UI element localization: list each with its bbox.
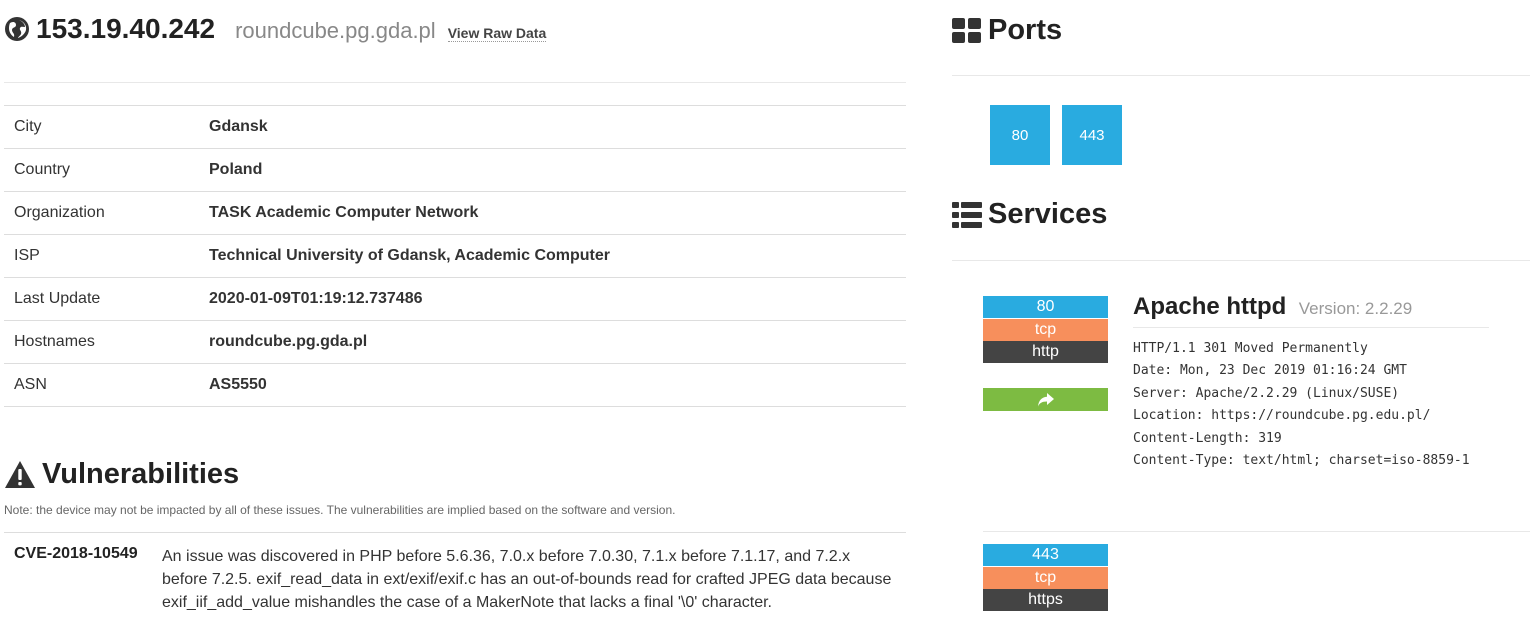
info-key: Country (14, 161, 71, 178)
info-key: ISP (14, 247, 40, 264)
cve-id: CVE-2018-10549 (14, 545, 138, 562)
ports-title: Ports (988, 14, 1063, 46)
service-product: Apache httpd Version: 2.2.29 (1133, 293, 1412, 321)
table-row: Hostnames roundcube.pg.gda.pl (4, 320, 906, 364)
service-protocol: tcp (983, 319, 1108, 341)
info-key: Organization (14, 204, 105, 221)
info-value: TASK Academic Computer Network (209, 204, 479, 221)
info-key: City (14, 118, 42, 135)
hostname-title: roundcube.pg.gda.pl (235, 18, 436, 43)
vulnerabilities-note: Note: the device may not be impacted by … (4, 503, 676, 517)
service-port: 80 (983, 296, 1108, 318)
info-value: 2020-01-09T01:19:12.737486 (209, 290, 423, 307)
service-port: 443 (983, 544, 1108, 566)
product-version: Version: 2.2.29 (1298, 299, 1413, 318)
ip-address: 153.19.40.242 (36, 13, 216, 44)
info-value: roundcube.pg.gda.pl (209, 333, 368, 350)
ports-heading: Ports (952, 14, 1062, 47)
view-raw-data-link[interactable]: View Raw Data (447, 25, 547, 42)
info-value: Technical University of Gdansk, Academic… (209, 247, 610, 264)
divider (4, 532, 906, 533)
product-name: Apache httpd (1133, 293, 1287, 320)
services-heading: Services (952, 198, 1107, 231)
host-info-table: City Gdansk Country Poland Organization … (4, 105, 906, 407)
table-row: ASN AS5550 (4, 363, 906, 407)
share-arrow-icon (1037, 392, 1054, 406)
info-key: Hostnames (14, 333, 95, 350)
table-row: Country Poland (4, 148, 906, 192)
host-page: 153.19.40.242 roundcube.pg.gda.pl View R… (0, 0, 1530, 622)
service-banner: HTTP/1.1 301 Moved Permanently Date: Mon… (1133, 341, 1470, 469)
port-button-443[interactable]: 443 (1062, 105, 1122, 165)
info-key: Last Update (14, 290, 101, 307)
cve-description: An issue was discovered in PHP before 5.… (162, 548, 892, 611)
info-value: AS5550 (209, 376, 267, 393)
info-value: Poland (209, 161, 263, 178)
service-name: https (983, 589, 1108, 611)
service-protocol: tcp (983, 567, 1108, 589)
divider (952, 75, 1530, 76)
grid-icon (952, 17, 981, 43)
table-row: Last Update 2020-01-09T01:19:12.737486 (4, 277, 906, 321)
port-button-80[interactable]: 80 (990, 105, 1050, 165)
table-row: City Gdansk (4, 105, 906, 149)
info-value: Gdansk (209, 118, 268, 135)
vulnerabilities-heading: Vulnerabilities (4, 458, 239, 491)
divider (983, 531, 1530, 532)
host-header: 153.19.40.242 roundcube.pg.gda.pl View R… (4, 12, 547, 52)
redirect-button[interactable] (983, 388, 1108, 411)
table-row: ISP Technical University of Gdansk, Acad… (4, 234, 906, 278)
services-title: Services (988, 198, 1108, 230)
table-row: Organization TASK Academic Computer Netw… (4, 191, 906, 235)
warning-triangle-icon (5, 460, 35, 488)
divider (4, 82, 906, 83)
list-icon (952, 201, 982, 228)
service-name: http (983, 341, 1108, 363)
divider (952, 260, 1530, 261)
globe-icon (5, 17, 29, 41)
divider (1133, 327, 1489, 328)
vulnerabilities-title: Vulnerabilities (42, 458, 240, 490)
info-key: ASN (14, 376, 47, 393)
